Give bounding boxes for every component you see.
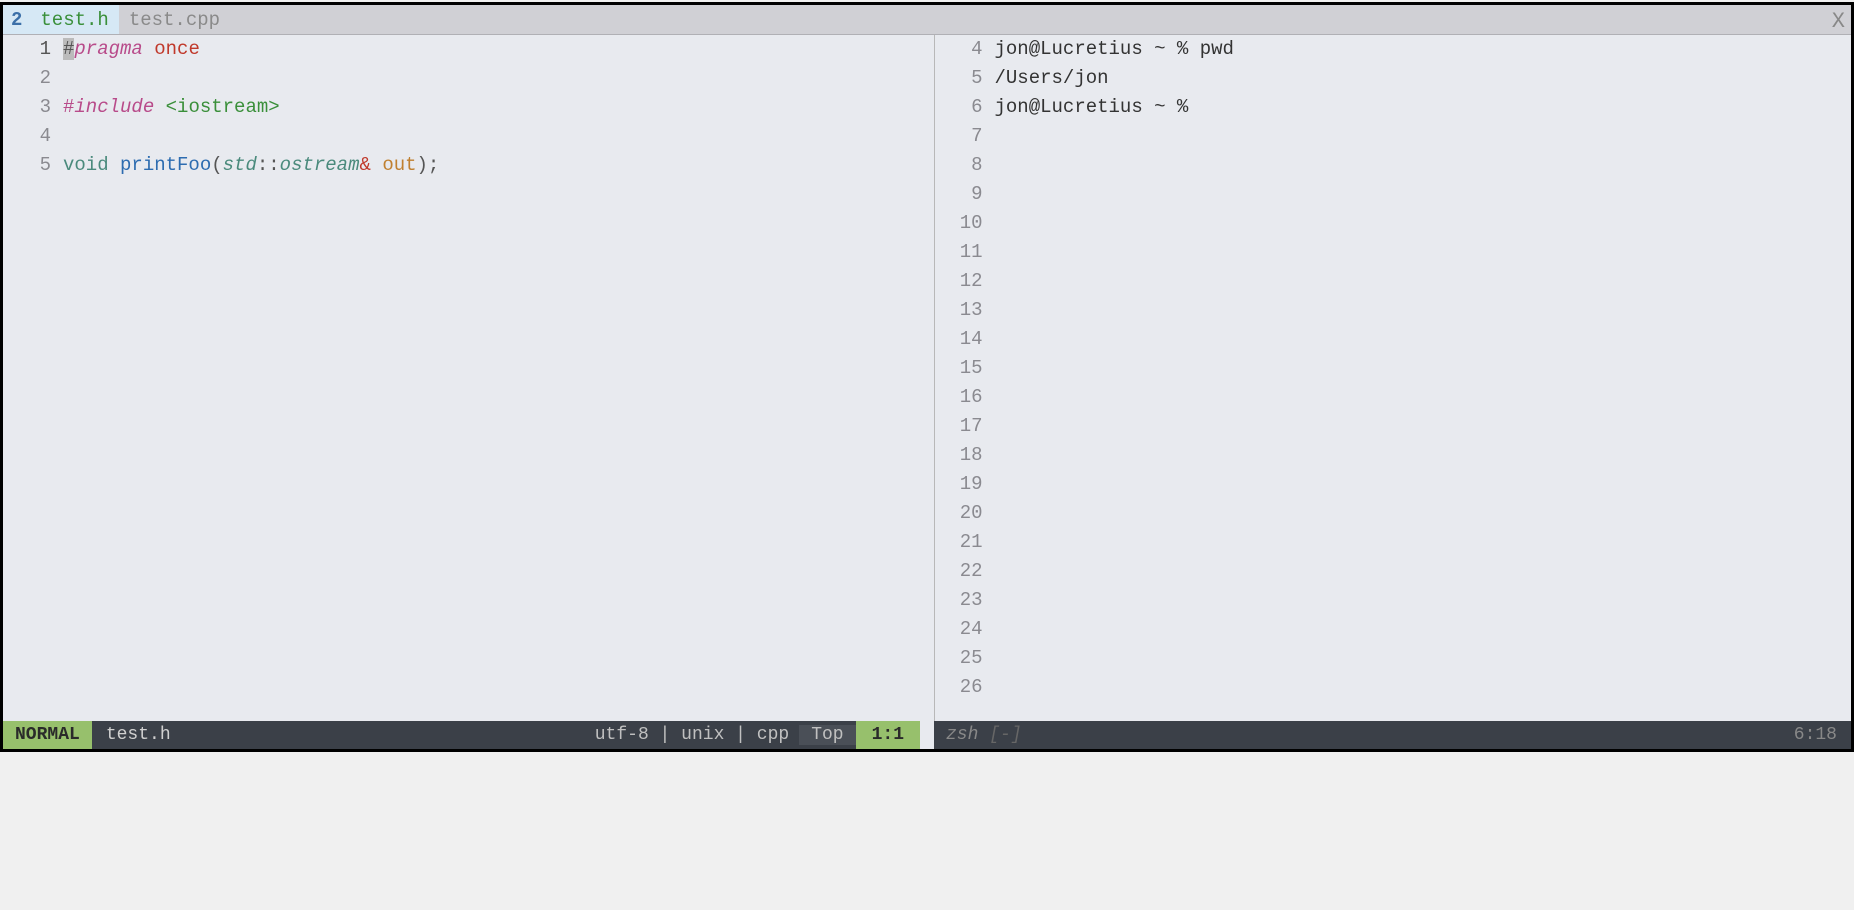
terminal-line[interactable] bbox=[995, 615, 1852, 644]
terminal-line[interactable]: jon@Lucretius ~ % pwd bbox=[995, 35, 1852, 64]
left-code-area[interactable]: #pragma once #include <iostream> void prin… bbox=[63, 35, 920, 721]
line-number: 5 bbox=[935, 64, 983, 93]
terminal-line[interactable] bbox=[995, 499, 1852, 528]
line-number: 1 bbox=[3, 35, 51, 64]
status-process: zsh [-] bbox=[934, 725, 1034, 745]
main-split: 12345 #pragma once#include <iostream>voi… bbox=[3, 35, 1851, 721]
right-gutter: 4567891011121314151617181920212223242526 bbox=[935, 35, 995, 721]
tab-index: 2 bbox=[3, 5, 30, 34]
status-fileinfo: utf-8 | unix | cpp bbox=[595, 725, 799, 745]
code-line[interactable]: void printFoo(std::ostream& out); bbox=[63, 151, 920, 180]
terminal-line[interactable] bbox=[995, 586, 1852, 615]
code-line[interactable] bbox=[63, 122, 920, 151]
terminal-line[interactable] bbox=[995, 122, 1852, 151]
line-number: 16 bbox=[935, 383, 983, 412]
terminal-line[interactable] bbox=[995, 180, 1852, 209]
status-filename: test.h bbox=[92, 725, 185, 745]
right-terminal-area[interactable]: jon@Lucretius ~ % pwd/Users/jonjon@Lucre… bbox=[995, 35, 1852, 721]
line-number: 10 bbox=[935, 209, 983, 238]
line-number: 4 bbox=[3, 122, 51, 151]
status-bar: NORMAL test.h utf-8 | unix | cpp Top 1:1… bbox=[3, 721, 1851, 749]
terminal-line[interactable] bbox=[995, 151, 1852, 180]
pane-divider[interactable] bbox=[920, 35, 934, 721]
terminal-line[interactable]: jon@Lucretius ~ % bbox=[995, 93, 1852, 122]
line-number: 23 bbox=[935, 586, 983, 615]
line-number: 6 bbox=[935, 93, 983, 122]
status-left: NORMAL test.h utf-8 | unix | cpp Top 1:1 bbox=[3, 721, 920, 749]
tab-inactive[interactable]: test.cpp bbox=[119, 5, 230, 34]
line-number: 21 bbox=[935, 528, 983, 557]
editor-window: 2 test.h test.cpp X 12345 #pragma once#i… bbox=[0, 2, 1854, 752]
terminal-line[interactable] bbox=[995, 267, 1852, 296]
line-number: 13 bbox=[935, 296, 983, 325]
terminal-line[interactable] bbox=[995, 557, 1852, 586]
line-number: 26 bbox=[935, 673, 983, 702]
vim-mode: NORMAL bbox=[3, 721, 92, 749]
line-number: 8 bbox=[935, 151, 983, 180]
terminal-line[interactable] bbox=[995, 441, 1852, 470]
line-number: 24 bbox=[935, 615, 983, 644]
tab-bar: 2 test.h test.cpp X bbox=[3, 5, 1851, 35]
line-number: 11 bbox=[935, 238, 983, 267]
line-number: 22 bbox=[935, 557, 983, 586]
line-number: 14 bbox=[935, 325, 983, 354]
line-number: 12 bbox=[935, 267, 983, 296]
line-number: 2 bbox=[3, 64, 51, 93]
line-number: 17 bbox=[935, 412, 983, 441]
line-number: 4 bbox=[935, 35, 983, 64]
terminal-line[interactable] bbox=[995, 528, 1852, 557]
line-number: 25 bbox=[935, 644, 983, 673]
terminal-line[interactable]: /Users/jon bbox=[995, 64, 1852, 93]
terminal-line[interactable] bbox=[995, 354, 1852, 383]
terminal-line[interactable] bbox=[995, 238, 1852, 267]
line-number: 19 bbox=[935, 470, 983, 499]
line-number: 5 bbox=[3, 151, 51, 180]
status-cursor-pos: 1:1 bbox=[856, 721, 920, 749]
left-editor-pane[interactable]: 12345 #pragma once #include <iostream> voi… bbox=[3, 35, 920, 721]
line-number: 18 bbox=[935, 441, 983, 470]
terminal-line[interactable] bbox=[995, 209, 1852, 238]
tab-active[interactable]: test.h bbox=[30, 5, 118, 34]
line-number: 15 bbox=[935, 354, 983, 383]
status-scroll: Top bbox=[799, 725, 855, 745]
left-gutter: 12345 bbox=[3, 35, 63, 721]
line-number: 20 bbox=[935, 499, 983, 528]
terminal-line[interactable] bbox=[995, 296, 1852, 325]
code-line[interactable]: #include <iostream> bbox=[63, 93, 920, 122]
terminal-line[interactable] bbox=[995, 673, 1852, 702]
right-terminal-pane[interactable]: 4567891011121314151617181920212223242526… bbox=[934, 35, 1852, 721]
close-icon[interactable]: X bbox=[1826, 5, 1851, 38]
terminal-line[interactable] bbox=[995, 470, 1852, 499]
line-number: 3 bbox=[3, 93, 51, 122]
code-line[interactable]: #pragma once bbox=[63, 35, 920, 64]
code-line[interactable] bbox=[63, 64, 920, 93]
terminal-line[interactable] bbox=[995, 644, 1852, 673]
status-right-pos: 6:18 bbox=[1780, 725, 1851, 745]
terminal-line[interactable] bbox=[995, 412, 1852, 441]
line-number: 7 bbox=[935, 122, 983, 151]
status-right: zsh [-] 6:18 bbox=[934, 721, 1851, 749]
terminal-line[interactable] bbox=[995, 325, 1852, 354]
terminal-line[interactable] bbox=[995, 383, 1852, 412]
line-number: 9 bbox=[935, 180, 983, 209]
